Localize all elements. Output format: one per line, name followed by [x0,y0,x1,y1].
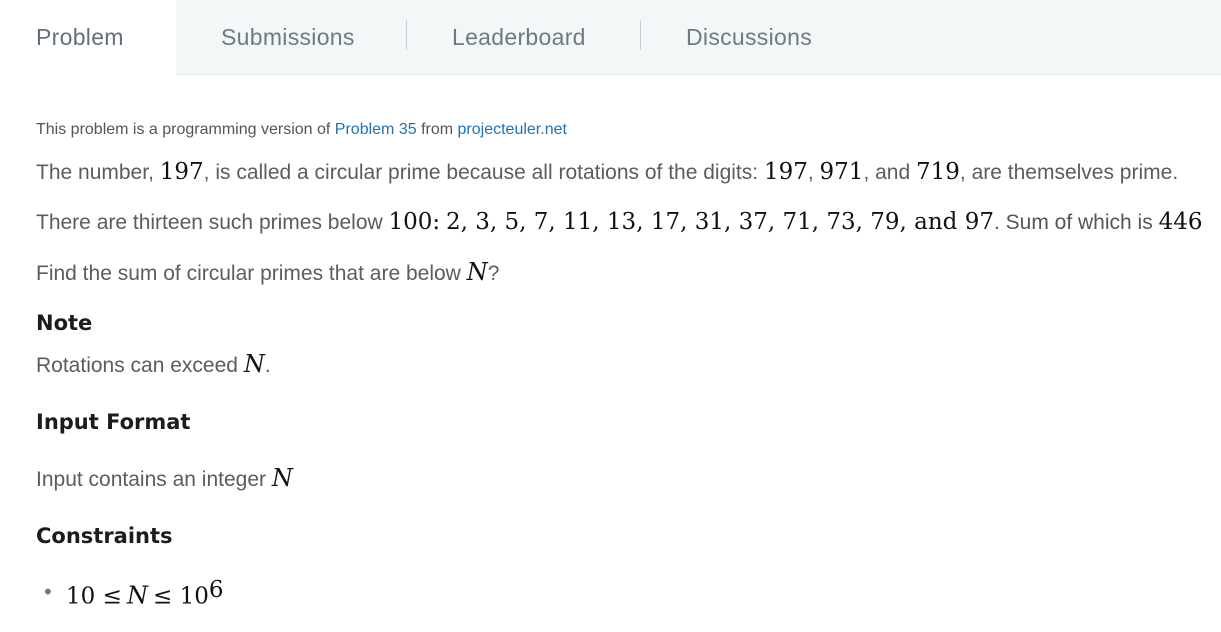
math-colon: : [432,209,441,235]
text: The number, [36,161,154,184]
text: Find the sum of circular primes that are… [36,262,461,285]
text: Rotations can exceed [36,354,238,377]
text: . Sum of which is [993,211,1153,234]
text: , and [863,161,911,184]
math-number: 719 [916,159,960,185]
statement-paragraph-1: The number, 197, is called a circular pr… [36,159,1178,185]
tab-bar: Problem Submissions Leaderboard Discussi… [0,0,1221,75]
math-exponent: 6 [208,577,224,603]
text: ? [487,262,500,285]
math-variable: N [126,581,148,610]
constraints-heading: Constraints [36,524,173,548]
bullet-icon: • [42,580,54,604]
statement-paragraph-2: There are thirteen such primes below 100… [36,209,1202,235]
math-number: 446 [1158,209,1203,235]
text: There are thirteen such primes below [36,211,383,234]
math-variable: N [243,350,265,378]
tab-discussions[interactable]: Discussions [686,0,812,74]
math-prime-list: 2, 3, 5, 7, 11, 13, 17, 31, 37, 71, 73, … [446,209,994,235]
source-prefix: This problem is a programming version of [36,121,331,138]
math-number: 197 [159,159,204,185]
math-variable: N [466,258,488,286]
note-text: Rotations can exceed N. [36,350,271,378]
source-mid: from [421,121,454,138]
projecteuler-link[interactable]: projecteuler.net [458,121,567,138]
statement-paragraph-3: Find the sum of circular primes that are… [36,258,499,286]
math-number: 197 [763,159,808,185]
math-number: 100 [388,209,433,235]
math-number: 971 [819,159,864,185]
math-text: 10 ≤ [66,583,122,610]
tab-leaderboard[interactable]: Leaderboard [452,0,586,74]
tab-problem[interactable]: Problem [0,0,176,75]
tab-divider [640,20,641,50]
note-heading: Note [36,311,93,335]
input-format-text: Input contains an integer N [36,464,293,492]
text: . [264,354,271,377]
constraint-item: 10 ≤ N ≤ 106 [66,577,224,609]
text: Input contains an integer [36,468,266,491]
problem-link[interactable]: Problem 35 [335,121,417,138]
source-line: This problem is a programming version of… [36,121,567,139]
math-variable: N [271,464,293,492]
math-text: ≤ 10 [153,583,209,610]
tab-divider [406,20,407,50]
text: , are themselves prime. [959,161,1179,184]
input-format-heading: Input Format [36,410,191,434]
text: , is called a circular prime because all… [203,161,759,184]
tab-submissions[interactable]: Submissions [221,0,355,74]
text: , [807,161,814,184]
